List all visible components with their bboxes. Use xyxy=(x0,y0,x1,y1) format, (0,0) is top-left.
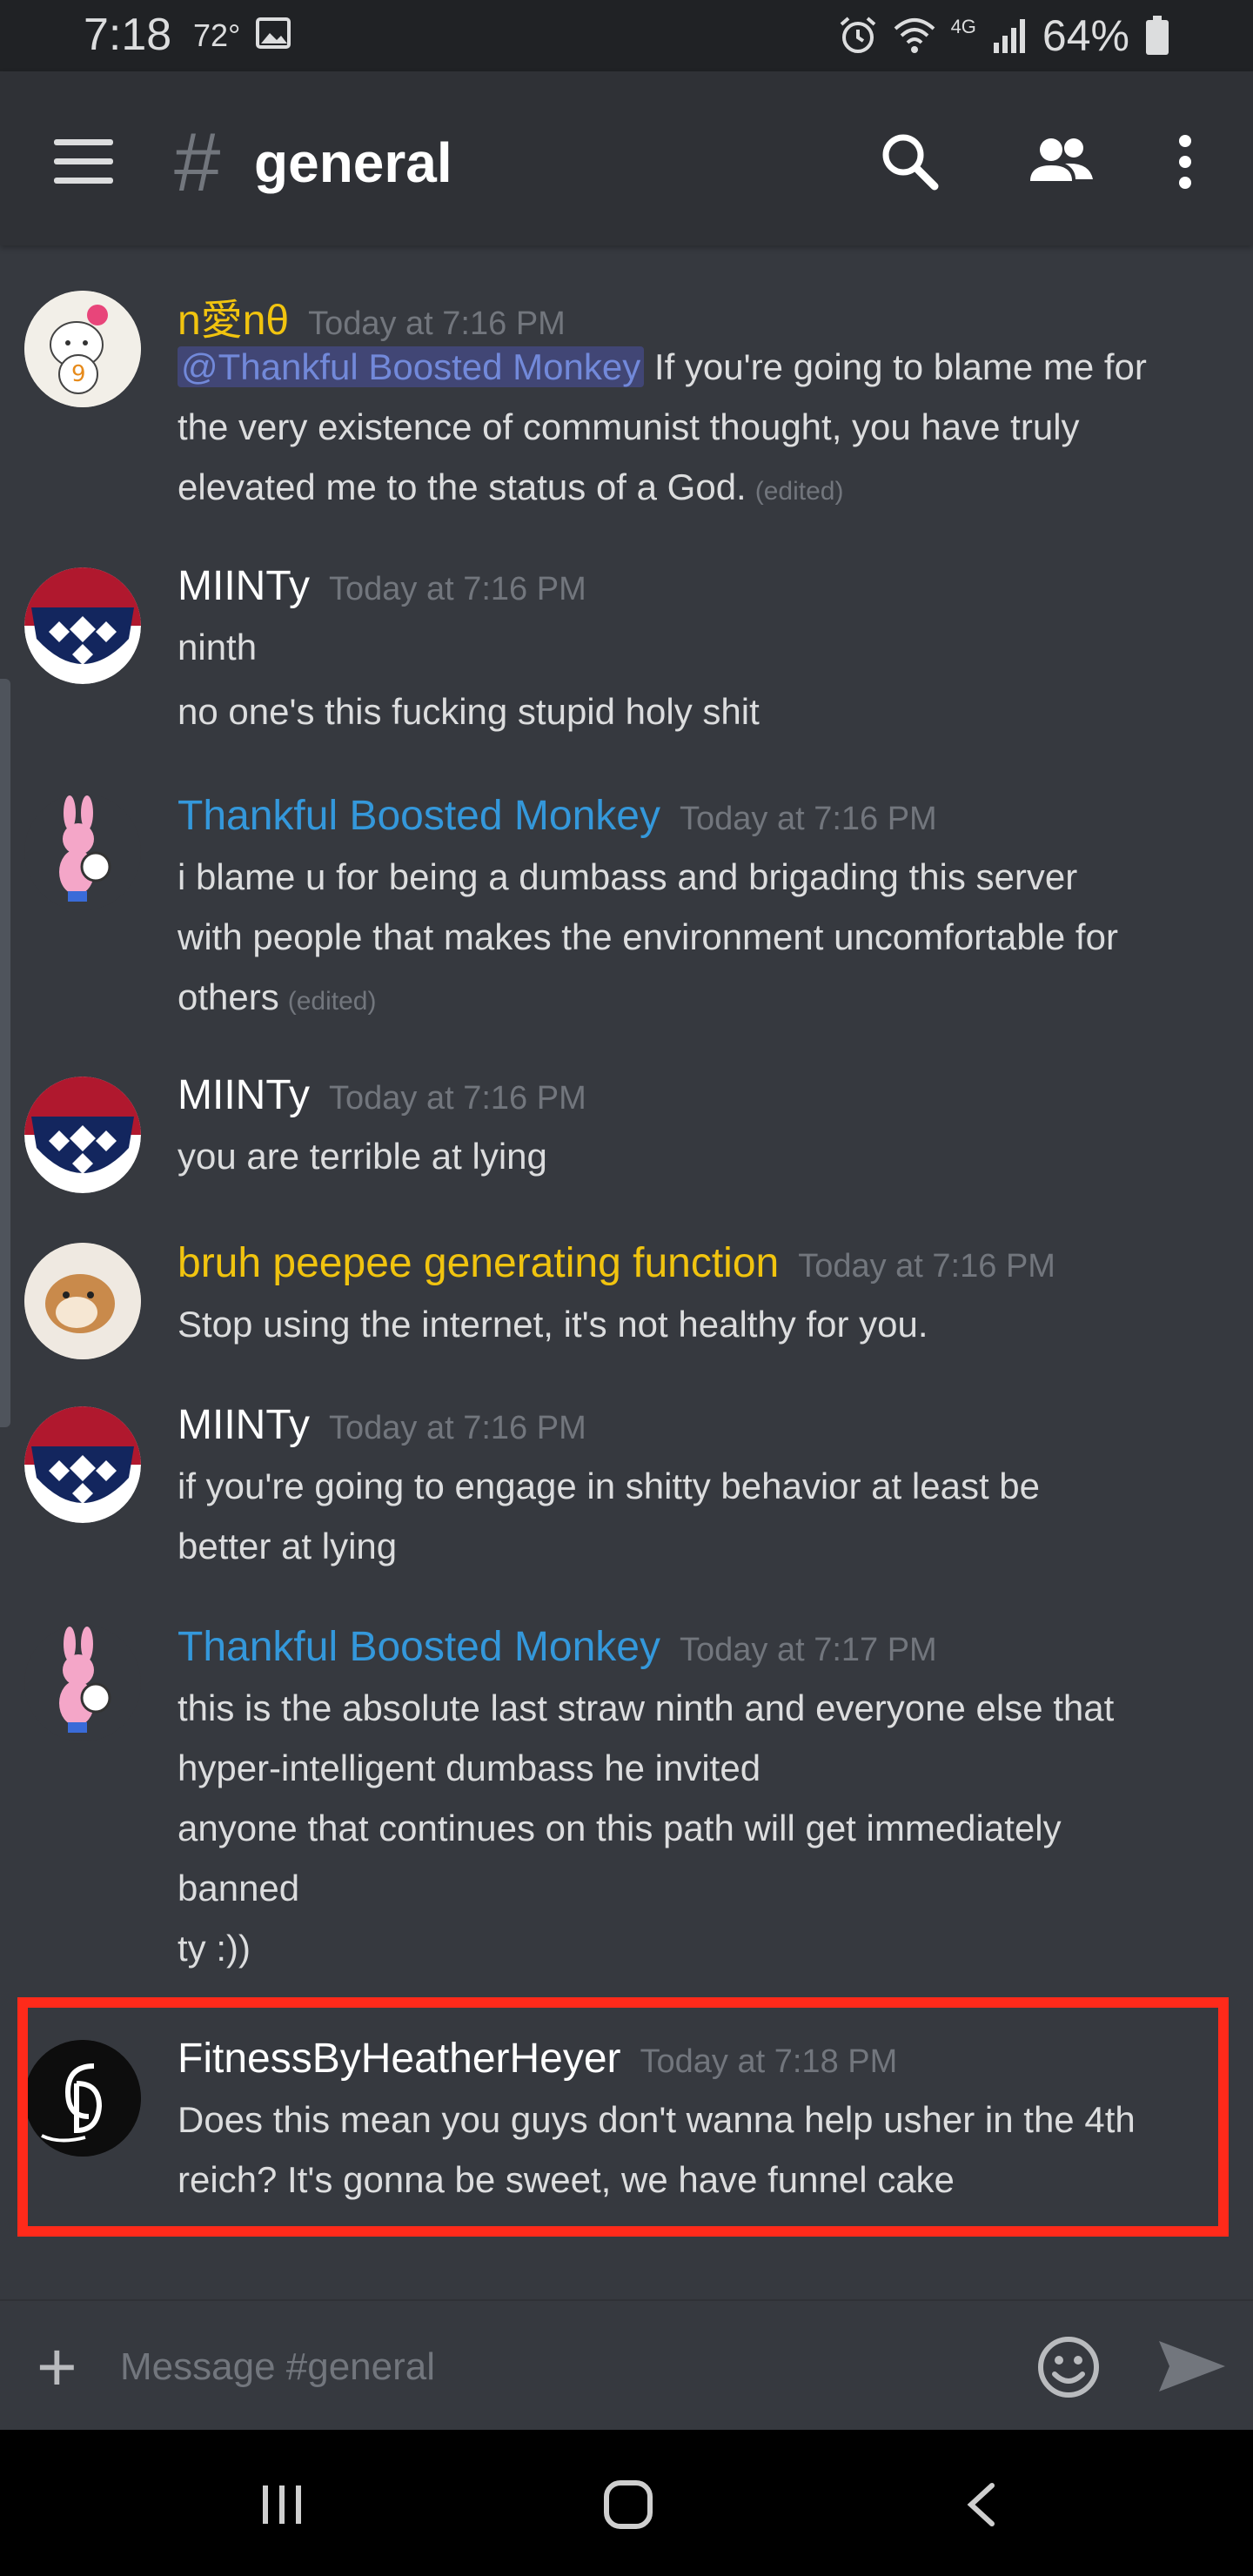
author-name[interactable]: n愛nθ xyxy=(178,298,289,344)
timestamp: Today at 7:16 PM xyxy=(308,305,566,342)
channel-hash-icon: # xyxy=(174,116,221,209)
author-name[interactable]: MIINTy xyxy=(178,1072,310,1118)
message-composer: + xyxy=(0,2299,1253,2432)
message-header: bruh peepee generating function Today at … xyxy=(178,1239,1055,1287)
message-line: no one's this fucking stupid holy shit xyxy=(178,691,760,732)
message-line: ninth xyxy=(178,627,258,667)
signal-icon xyxy=(993,19,1025,53)
message-line: banned xyxy=(178,1868,300,1909)
message-line: you are terrible at lying xyxy=(178,1136,547,1177)
members-icon[interactable] xyxy=(1022,127,1100,197)
avatar[interactable] xyxy=(24,1406,141,1523)
status-bar: 7:18 72° 4G 64% xyxy=(0,0,1253,71)
avatar[interactable]: 9 xyxy=(24,291,141,407)
message-header: Thankful Boosted Monkey Today at 7:17 PM xyxy=(178,1623,937,1671)
bunny-avatar-icon xyxy=(59,795,111,902)
message-header: MIINTy Today at 7:16 PM xyxy=(178,562,586,610)
channel-header: # general xyxy=(0,71,1253,245)
wifi-icon xyxy=(894,18,935,53)
message-line: if you're going to engage in shitty beha… xyxy=(178,1466,1040,1506)
timestamp: Today at 7:16 PM xyxy=(329,571,586,607)
emoji-icon[interactable] xyxy=(1035,2334,1102,2400)
shield-avatar-icon xyxy=(24,1077,141,1193)
edited-label: (edited) xyxy=(754,477,844,506)
image-notification-icon xyxy=(256,17,291,49)
channel-name: general xyxy=(254,131,452,194)
battery-icon xyxy=(1146,16,1169,55)
avatar[interactable] xyxy=(24,1077,141,1193)
message-line: elevated me to the status of a God. (edit… xyxy=(178,466,843,508)
timestamp: Today at 7:16 PM xyxy=(798,1248,1055,1285)
message-line: anyone that continues on this path will … xyxy=(178,1808,1062,1848)
alarm-icon xyxy=(840,17,875,53)
status-right: 4G 64% xyxy=(838,9,1169,63)
recent-apps-icon[interactable] xyxy=(258,2480,306,2529)
message-line: i blame u for being a dumbass and brigad… xyxy=(178,856,1078,897)
message-list: 9 n愛nθ Today at 7:16 PM @Thankful Boosted… xyxy=(0,245,1253,2299)
edited-label: (edited) xyxy=(287,987,377,1016)
timestamp: Today at 7:17 PM xyxy=(679,1632,937,1668)
author-name[interactable]: bruh peepee generating function xyxy=(178,1240,779,1286)
avatar[interactable] xyxy=(24,567,141,684)
hamster-avatar-icon xyxy=(24,1243,141,1359)
cat-avatar-icon: 9 xyxy=(24,291,141,407)
battery-percent: 64% xyxy=(1042,11,1129,60)
message-header: Thankful Boosted Monkey Today at 7:16 PM xyxy=(178,792,937,840)
avatar[interactable] xyxy=(24,1625,141,1741)
message-text: If you're going to blame me for xyxy=(644,346,1147,387)
home-icon[interactable] xyxy=(602,2479,654,2531)
search-icon[interactable] xyxy=(875,127,945,197)
status-time: 7:18 xyxy=(84,10,172,60)
author-name[interactable]: MIINTy xyxy=(178,563,310,609)
avatar[interactable] xyxy=(24,1243,141,1359)
timestamp: Today at 7:16 PM xyxy=(679,801,937,837)
message-line: hyper-intelligent dumbass he invited xyxy=(178,1748,761,1788)
message-text: others xyxy=(178,976,279,1017)
message-header: MIINTy Today at 7:16 PM xyxy=(178,1401,586,1449)
message-line: with people that makes the environment u… xyxy=(178,916,1118,957)
author-name[interactable]: MIINTy xyxy=(178,1402,310,1448)
shield-avatar-icon xyxy=(24,1406,141,1523)
timestamp: Today at 7:16 PM xyxy=(329,1410,586,1446)
user-mention[interactable]: @Thankful Boosted Monkey xyxy=(178,346,645,387)
message-header: n愛nθ Today at 7:16 PM xyxy=(178,285,566,346)
message-header: MIINTy Today at 7:16 PM xyxy=(178,1071,586,1119)
message-input[interactable] xyxy=(118,2336,992,2398)
message-line: better at lying xyxy=(178,1526,398,1566)
bunny-avatar-icon xyxy=(59,1627,111,1733)
message-line: others (edited) xyxy=(178,976,376,1018)
message-text: elevated me to the status of a God. xyxy=(178,466,747,507)
back-icon[interactable] xyxy=(961,2480,1004,2529)
system-nav-bar xyxy=(0,2430,1253,2576)
more-options-icon[interactable] xyxy=(1150,127,1220,197)
status-temperature: 72° xyxy=(193,17,241,53)
shield-avatar-icon xyxy=(24,567,141,684)
message-line: ty :)) xyxy=(178,1928,251,1969)
timestamp: Today at 7:16 PM xyxy=(329,1080,586,1117)
add-attachment-icon[interactable]: + xyxy=(37,2332,77,2402)
menu-icon[interactable] xyxy=(54,139,113,184)
message-line: the very existence of communist thought,… xyxy=(178,406,1080,447)
message-line: Stop using the internet, it's not health… xyxy=(178,1304,928,1345)
highlight-annotation-box xyxy=(17,1997,1229,2237)
author-name[interactable]: Thankful Boosted Monkey xyxy=(178,793,660,839)
send-icon[interactable] xyxy=(1157,2338,1227,2395)
message-line: this is the absolute last straw ninth an… xyxy=(178,1687,1115,1728)
svg-text:9: 9 xyxy=(71,361,86,387)
network-type: 4G xyxy=(950,16,976,37)
author-name[interactable]: Thankful Boosted Monkey xyxy=(178,1624,660,1670)
message-line: @Thankful Boosted Monkey If you're going… xyxy=(178,346,1147,388)
avatar[interactable] xyxy=(24,794,141,910)
